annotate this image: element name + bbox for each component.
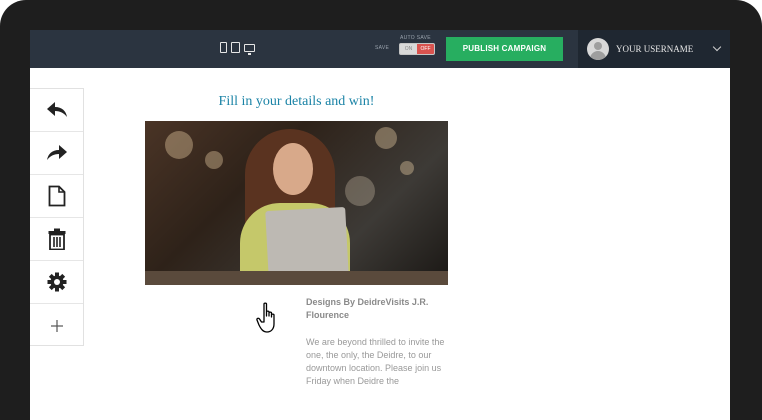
toggle-on-label: ON [404, 46, 413, 52]
device-preview-switcher [220, 42, 255, 55]
tablet-icon[interactable] [231, 42, 240, 53]
delete-button[interactable] [30, 218, 83, 261]
phone-icon[interactable] [220, 42, 227, 53]
add-element-button[interactable] [30, 304, 83, 347]
redo-button[interactable] [30, 132, 83, 175]
hand-pointer-icon [256, 302, 275, 333]
event-title[interactable]: Designs By DeidreVisits J.R. Flourence [306, 296, 456, 322]
redo-icon [46, 145, 67, 160]
hero-image[interactable] [145, 121, 448, 285]
save-label: SAVE [375, 45, 390, 51]
page-headline[interactable]: Fill in your details and win! [145, 94, 448, 110]
trash-icon [48, 228, 65, 250]
gear-icon [47, 272, 66, 292]
undo-icon [46, 102, 67, 117]
autosave-toggle[interactable]: ON OFF [399, 43, 435, 55]
settings-button[interactable] [30, 261, 83, 304]
publish-campaign-button[interactable]: PUBLISH CAMPAIGN [446, 37, 563, 61]
new-page-button[interactable] [30, 175, 83, 218]
event-description[interactable]: We are beyond thrilled to invite the one… [306, 336, 456, 388]
avatar [587, 38, 609, 60]
top-toolbar: SAVE AUTO SAVE ON OFF PUBLISH CAMPAIGN Y… [30, 30, 730, 68]
new-page-icon [48, 185, 65, 207]
user-menu[interactable]: YOUR USERNAME [578, 30, 730, 68]
plus-icon [50, 319, 63, 332]
autosave-label: AUTO SAVE [400, 35, 431, 41]
username: YOUR USERNAME [616, 44, 694, 54]
app-screen: SAVE AUTO SAVE ON OFF PUBLISH CAMPAIGN Y… [30, 30, 730, 420]
tool-panel [30, 88, 84, 346]
chevron-down-icon [712, 42, 722, 52]
toggle-off-label: OFF [417, 44, 434, 54]
desktop-icon[interactable] [244, 43, 255, 55]
undo-button[interactable] [30, 89, 83, 132]
